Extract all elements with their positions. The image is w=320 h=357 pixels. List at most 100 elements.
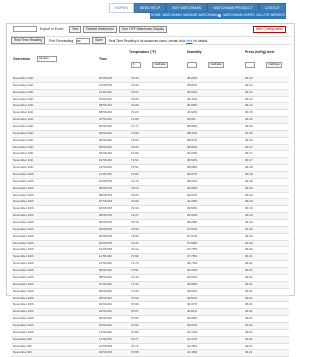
top-tab[interactable]: NOPEN bbox=[109, 3, 134, 13]
port-forwarding-input[interactable] bbox=[76, 37, 91, 44]
pressure-calibrate-button[interactable]: Calibrate bbox=[266, 62, 283, 68]
nav-item[interactable]: HOME bbox=[151, 13, 161, 17]
time-cell: 11:56 PM bbox=[99, 336, 112, 341]
pressure-cell: 30.21 bbox=[245, 329, 253, 334]
humidity-cell: 39.85% bbox=[187, 281, 198, 286]
temperature-cell: 71.51 bbox=[131, 268, 139, 273]
table-row: November 10th 12:56 AM 70.82 41.12% 30.21 bbox=[11, 330, 289, 337]
temperature-calibrate-button[interactable]: Calibrate bbox=[152, 62, 169, 68]
export-toolbar: Export in Excel Sort Restart Watchman Tu… bbox=[13, 25, 288, 33]
temperature-cell: 70.65 bbox=[131, 350, 139, 355]
time-cell: 01:56 AM bbox=[99, 158, 112, 163]
time-cell: 03:56 AM bbox=[99, 144, 112, 149]
pressure-cell: 30.21 bbox=[245, 350, 253, 355]
temperature-cell: 72.33 bbox=[131, 76, 139, 80]
pressure-cell: 30.20 bbox=[245, 247, 253, 252]
humidity-unit-select[interactable] bbox=[187, 62, 197, 68]
nav-item[interactable]: WATCHMAN USERS bbox=[223, 13, 254, 17]
humidity-cell: 38.99% bbox=[187, 124, 198, 129]
humidity-cell: 45.81% bbox=[187, 82, 198, 87]
humidity-cell: 39.27% bbox=[187, 172, 198, 177]
temperature-cell: 70.91 bbox=[131, 322, 139, 327]
time-cell: 11:56 PM bbox=[99, 172, 112, 177]
temperature-cell: 70.99 bbox=[131, 302, 139, 307]
realtime-note-suffix: for details. bbox=[193, 38, 209, 43]
time-cell: 11:56 AM bbox=[99, 254, 112, 259]
nav-item[interactable]: MANAGE WATCHMAN2 bbox=[183, 13, 222, 18]
restart-watchman-button[interactable]: Restart Watchman bbox=[83, 25, 117, 33]
humidity-cell: 40.02% bbox=[187, 274, 198, 279]
table-row: November 11th 12:56 PM 72.23 45.81% 30.12 bbox=[11, 83, 289, 90]
real-time-reading-button[interactable]: Real Time Reading bbox=[11, 37, 46, 44]
day-filter-select[interactable]: All days bbox=[37, 56, 57, 62]
humidity-cell: 39.33% bbox=[187, 268, 198, 273]
humidity-cell: 46.05% bbox=[187, 103, 198, 108]
pressure-cell: 30.14 bbox=[245, 103, 253, 108]
humidity-cell: 29.9% bbox=[187, 117, 196, 122]
pressure-cell: 30.15 bbox=[245, 110, 253, 115]
alert-configuration-button[interactable]: Alert Configuration bbox=[252, 25, 286, 33]
filter-input[interactable] bbox=[13, 25, 37, 33]
pressure-cell: 30.21 bbox=[245, 316, 253, 321]
temperature-cell: 71.99 bbox=[131, 130, 139, 135]
export-excel-link[interactable]: Export in Excel bbox=[40, 27, 63, 31]
date-cell: November 10th bbox=[13, 274, 34, 279]
nav-item[interactable]: NO-LITE WEBSITE bbox=[256, 13, 285, 17]
temperature-cell: 72.12 bbox=[131, 247, 139, 252]
table-row: November 10th 08:56 PM 72.04 40.07% 30.19 bbox=[11, 193, 289, 200]
pressure-cell: 30.21 bbox=[245, 274, 253, 279]
temperature-cell: 71.02 bbox=[131, 295, 139, 300]
pressure-cell: 30.12 bbox=[245, 76, 253, 80]
temperature-cell: 72.18 bbox=[131, 220, 139, 225]
date-cell: November 11th bbox=[13, 117, 34, 122]
table-row: November 11th 05:56 AM 71.99 38.43% 30.16 bbox=[11, 130, 289, 138]
save-port-button[interactable]: Save bbox=[92, 37, 106, 44]
time-cell: 06:56 AM bbox=[99, 288, 112, 293]
humidity-cell: 39.69% bbox=[187, 206, 198, 211]
temperature-cell: 72.50 bbox=[131, 226, 139, 231]
date-cell: November 11th bbox=[13, 89, 34, 94]
pressure-unit-select[interactable] bbox=[245, 62, 255, 68]
time-cell: 02:56 AM bbox=[99, 151, 112, 156]
table-row: November 10th 05:56 PM 72.27 36.62% 30.19 bbox=[11, 213, 289, 221]
temperature-cell: 72.63 bbox=[131, 233, 139, 238]
time-cell: 08:56 AM bbox=[99, 274, 112, 279]
readings-table: November 11th 01:56 PM 72.33 45.26% 30.12 Nov… bbox=[11, 76, 289, 357]
table-row: November 10th 01:56 AM 70.91 40.94% 30.21 bbox=[11, 322, 289, 330]
humidity-cell: 38.97% bbox=[187, 137, 198, 142]
humidity-cell: 41.35% bbox=[187, 343, 198, 348]
time-cell: 09:56 PM bbox=[99, 185, 112, 190]
humidity-calibrate-button[interactable]: Calibrate bbox=[208, 62, 225, 68]
date-cell: November 11th bbox=[13, 82, 34, 87]
temperature-cell: 70.77 bbox=[131, 336, 139, 341]
nav-item[interactable]: WATCHMAN bbox=[163, 13, 182, 17]
date-cell: November 11th bbox=[13, 103, 34, 108]
sort-button[interactable]: Sort bbox=[69, 25, 82, 33]
header-bar: NOPEN NEED HELP BUY WATCHMAN WATCHMAN PRODU… bbox=[0, 0, 300, 22]
realtime-toolbar: Real Time Reading Port Forwarding: Save … bbox=[11, 36, 291, 45]
time-cell: 12:56 PM bbox=[99, 82, 112, 87]
humidity-cell: 46.62% bbox=[187, 110, 198, 115]
date-cell: November 10th bbox=[13, 281, 34, 286]
pressure-cell: 30.19 bbox=[245, 199, 253, 204]
table-row: November 10th 01:56 PM 72.41 37.68% 30.20 bbox=[11, 240, 289, 248]
pressure-cell: 30.18 bbox=[245, 178, 253, 183]
temperature-cell: 70.82 bbox=[131, 329, 139, 334]
table-row: November 10th 05:56 AM 71.02 39.81% 30.21 bbox=[11, 295, 289, 303]
turn-off-display-button[interactable]: Turn OFF Watchman Display bbox=[118, 25, 168, 33]
readings-panel: Export in Excel Sort Restart Watchman Tu… bbox=[6, 23, 295, 357]
nav-item-label: WATCHMAN USERS bbox=[223, 13, 255, 17]
time-cell: 02:56 PM bbox=[99, 233, 112, 238]
pressure-cell: 30.15 bbox=[245, 117, 253, 122]
temperature-unit-select[interactable]: F bbox=[131, 62, 141, 68]
humidity-cell: 38.68% bbox=[187, 165, 198, 170]
pressure-cell: 30.19 bbox=[245, 213, 253, 218]
table-row: November 10th 04:56 PM 72.18 35.28% 30.19 bbox=[11, 220, 289, 227]
table-row: November 10th 03:56 PM 72.50 37.07% 30.19 bbox=[11, 226, 289, 234]
humidity-cell: 40.05% bbox=[187, 185, 198, 190]
date-cell: November 10th bbox=[13, 288, 34, 293]
temperature-cell: 70.71 bbox=[131, 343, 139, 348]
realtime-help-link[interactable]: here bbox=[186, 39, 192, 43]
humidity-cell: 36.62% bbox=[187, 213, 198, 218]
pressure-cell: 30.16 bbox=[245, 124, 253, 129]
